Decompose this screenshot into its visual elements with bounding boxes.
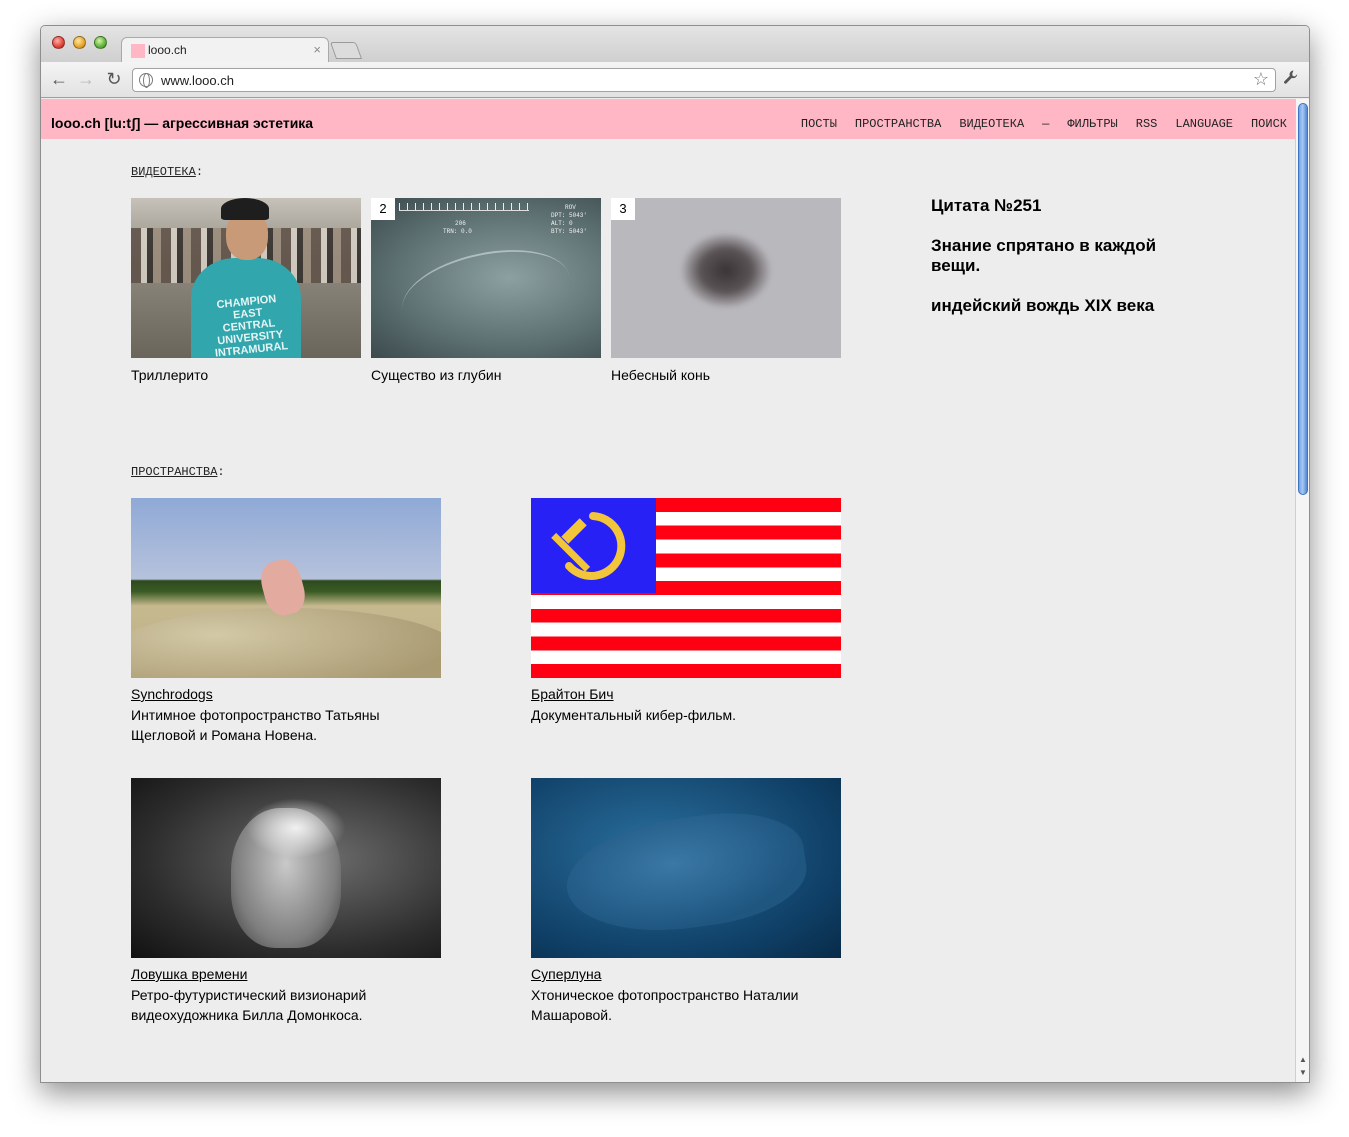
cap-shape <box>221 198 269 220</box>
video-title[interactable]: Триллерито <box>131 367 361 383</box>
forward-icon[interactable]: → <box>76 69 96 89</box>
tab-title: looo.ch <box>148 43 187 57</box>
space-description: Документальный кибер-фильм. <box>531 707 737 723</box>
shirt-text: CHAMPION EAST CENTRAL UNIVERSITY INTRAMU… <box>214 293 289 358</box>
close-window-button[interactable] <box>52 36 65 49</box>
hud-text: 206 <box>455 220 466 227</box>
menu-item-videoteka[interactable]: ВИДЕОТЕКА <box>959 117 1024 131</box>
quote-block: Цитата №251 Знание спрятано в каждой вещ… <box>931 196 1161 336</box>
space-description: Интимное фотопространство Татьяны Щеглов… <box>131 707 380 743</box>
hud-text: DPT: 5043' <box>551 212 588 219</box>
space-item[interactable]: Брайтон Бич Документальный кибер-фильм. <box>531 498 841 725</box>
rov-hud: ROV DPT: 5043' ALT: 0 BTY: 5043' 206 TRN… <box>371 198 601 238</box>
space-description: Ретро-футуристический визионарий видеоху… <box>131 987 367 1023</box>
hud-text: ROV <box>565 204 576 211</box>
menu-item-rss[interactable]: RSS <box>1136 117 1158 131</box>
video-thumbnail[interactable]: 3 <box>611 198 841 358</box>
space-image[interactable] <box>531 498 841 678</box>
space-item[interactable]: Synchrodogs Интимное фотопространство Та… <box>131 498 441 745</box>
new-tab-button[interactable] <box>329 42 363 59</box>
menu-item-spaces[interactable]: ПРОСТРАНСТВА <box>855 117 941 131</box>
browser-tab[interactable]: looo.ch × <box>121 37 329 63</box>
site-logo[interactable]: looo.ch [lu:tʃ] — агрессивная эстетика <box>51 115 313 131</box>
favicon-icon <box>131 44 145 58</box>
space-item[interactable]: Суперлуна Хтоническое фотопространство Н… <box>531 778 841 1025</box>
space-link[interactable]: Брайтон Бич <box>531 686 614 702</box>
menu-item-filters[interactable]: ФИЛЬТРЫ <box>1067 117 1117 131</box>
vertical-scrollbar[interactable]: ▲ ▼ <box>1295 99 1309 1082</box>
url-text[interactable]: www.looo.ch <box>161 73 234 88</box>
space-link[interactable]: Synchrodogs <box>131 686 213 702</box>
menu-separator: — <box>1042 117 1050 131</box>
minimize-window-button[interactable] <box>73 36 86 49</box>
quote-title: Цитата №251 <box>931 196 1042 215</box>
menu-item-search[interactable]: ПОИСК <box>1251 117 1287 131</box>
quote-author: индейский вождь XIX века <box>931 296 1155 315</box>
quote-text: Знание спрятано в каждой вещи. <box>931 236 1157 275</box>
site-menu: ПОСТЫ ПРОСТРАНСТВА ВИДЕОТЕКА — ФИЛЬТРЫ R… <box>801 117 1287 131</box>
video-title[interactable]: Существо из глубин <box>371 367 601 383</box>
video-item[interactable]: ROV DPT: 5043' ALT: 0 BTY: 5043' 206 TRN… <box>371 198 601 383</box>
zoom-window-button[interactable] <box>94 36 107 49</box>
compass-scale <box>399 203 529 211</box>
globe-icon <box>139 73 153 88</box>
menu-item-posts[interactable]: ПОСТЫ <box>801 117 837 131</box>
fold-shape <box>394 236 578 350</box>
menu-item-language[interactable]: LANGUAGE <box>1175 117 1233 131</box>
back-icon[interactable]: ← <box>49 69 69 89</box>
video-item[interactable]: CHAMPION EAST CENTRAL UNIVERSITY INTRAMU… <box>131 198 361 383</box>
mound-shape <box>131 608 441 678</box>
video-title[interactable]: Небесный конь <box>611 367 841 383</box>
video-number-badge: 3 <box>611 198 635 220</box>
video-number-badge: 2 <box>371 198 395 220</box>
space-link[interactable]: Суперлуна <box>531 966 601 982</box>
bookmark-star-icon[interactable]: ☆ <box>1253 69 1269 90</box>
scroll-up-arrow-icon[interactable]: ▲ <box>1299 1055 1307 1064</box>
scroll-down-arrow-icon[interactable]: ▼ <box>1299 1068 1307 1077</box>
whale-shape <box>559 801 813 945</box>
browser-toolbar: ← → ↻ www.looo.ch ☆ <box>41 62 1309 98</box>
space-link[interactable]: Ловушка времени <box>131 966 247 982</box>
hud-text: ALT: 0 <box>551 220 573 227</box>
video-item[interactable]: 3 Небесный конь <box>611 198 841 383</box>
video-thumbnail[interactable]: CHAMPION EAST CENTRAL UNIVERSITY INTRAMU… <box>131 198 361 358</box>
horse-shape <box>681 233 771 308</box>
reload-icon[interactable]: ↻ <box>104 69 124 89</box>
hud-text: TRN: 0.0 <box>443 228 472 235</box>
videoteka-link[interactable]: ВИДЕОТЕКА <box>131 165 196 179</box>
glow-shape <box>246 798 346 858</box>
hammer-sickle-icon <box>551 512 626 580</box>
space-image[interactable] <box>531 778 841 958</box>
hud-text: BTY: 5043' <box>551 228 588 235</box>
tab-strip: looo.ch × <box>41 26 1309 63</box>
video-thumbnail[interactable]: ROV DPT: 5043' ALT: 0 BTY: 5043' 206 TRN… <box>371 198 601 358</box>
scrollbar-thumb[interactable] <box>1298 103 1308 495</box>
site-header: looo.ch [lu:tʃ] — агрессивная эстетика П… <box>41 99 1297 139</box>
videoteka-heading: ВИДЕОТЕКА: <box>131 165 204 179</box>
spaces-heading: ПРОСТРАНСТВА: <box>131 465 225 479</box>
space-image[interactable] <box>131 778 441 958</box>
space-image[interactable] <box>131 498 441 678</box>
browser-window: looo.ch × ← → ↻ www.looo.ch ☆ looo.ch [l… <box>40 25 1310 1083</box>
space-item[interactable]: Ловушка времени Ретро-футуристический ви… <box>131 778 441 1025</box>
web-page: looo.ch [lu:tʃ] — агрессивная эстетика П… <box>41 99 1297 1082</box>
address-bar[interactable]: www.looo.ch ☆ <box>132 68 1276 92</box>
space-description: Хтоническое фотопространство Наталии Маш… <box>531 987 799 1023</box>
flag-canton <box>531 498 656 593</box>
wrench-icon[interactable] <box>1283 69 1299 90</box>
spaces-link[interactable]: ПРОСТРАНСТВА <box>131 465 217 479</box>
tab-close-icon[interactable]: × <box>313 42 321 57</box>
